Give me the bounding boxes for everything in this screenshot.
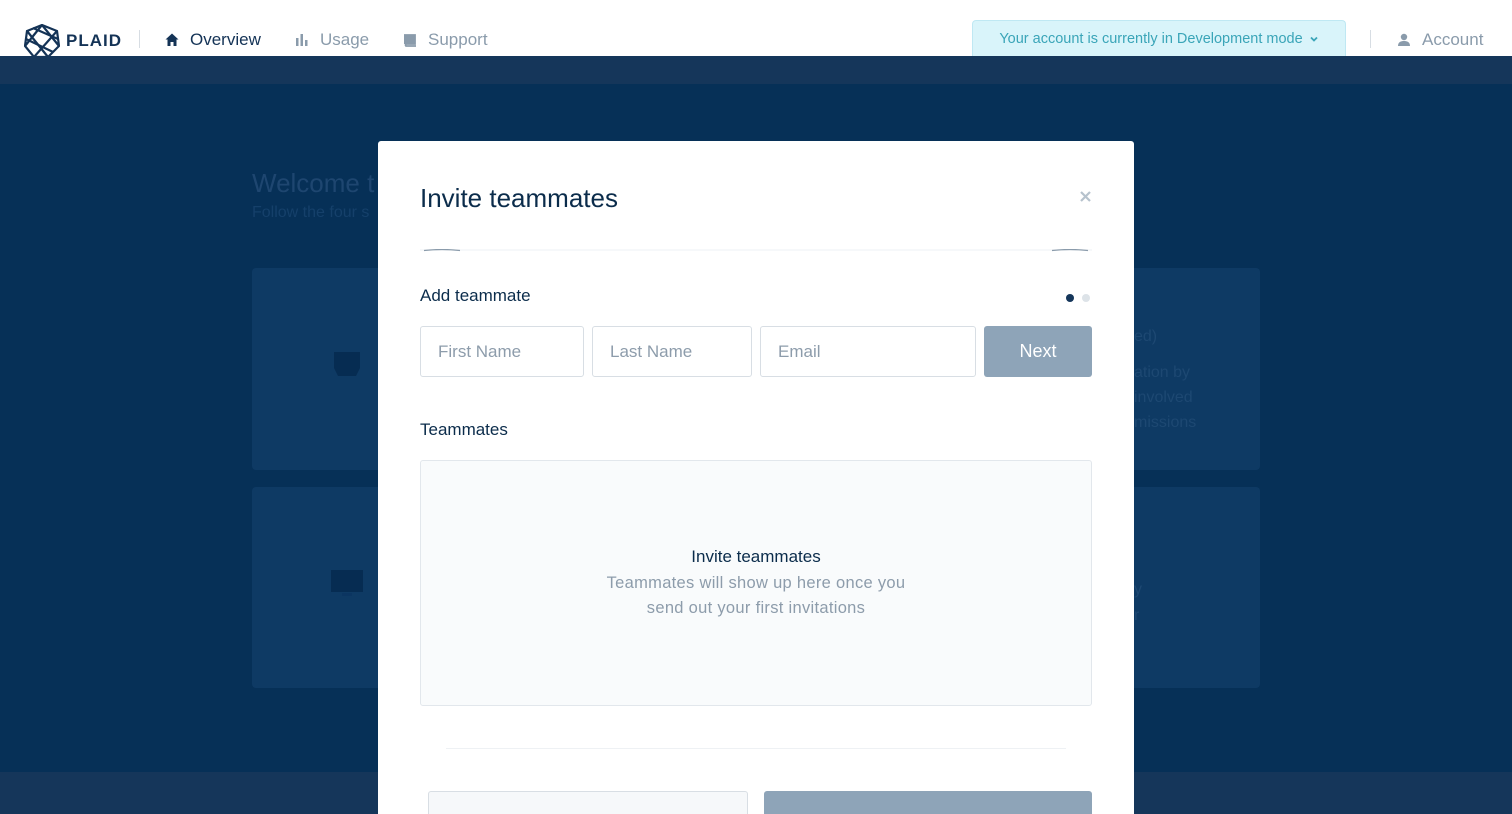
step-dot-1 (1066, 294, 1074, 302)
monitor-icon (331, 570, 363, 596)
teammates-empty-state: Invite teammates Teammates will show up … (420, 460, 1092, 706)
laptop-icon (334, 352, 360, 376)
nav-item-label: Usage (320, 30, 370, 49)
bar-chart-icon (296, 34, 308, 46)
background-card-text: y (1134, 581, 1142, 598)
background-card-text: r (1134, 607, 1140, 624)
header-divider (420, 240, 1092, 252)
modal-title: Invite teammates (420, 183, 618, 213)
close-icon (1079, 190, 1091, 202)
brand-name: PLAID (66, 31, 122, 50)
nav-item-overview[interactable]: Overview (164, 30, 261, 50)
step-indicator (1066, 294, 1090, 302)
email-input[interactable] (760, 326, 976, 377)
footer-divider (446, 748, 1066, 749)
background-card-text: missions (1134, 414, 1197, 431)
chevron-down-icon (1310, 36, 1318, 42)
add-teammate-heading: Add teammate (420, 286, 531, 305)
finish-step-button[interactable]: Finish this step (764, 791, 1092, 814)
empty-state-line: send out your first invitations (646, 599, 866, 617)
plaid-logo[interactable]: PLAID (24, 24, 122, 58)
close-button[interactable] (1076, 187, 1094, 205)
user-icon (1398, 33, 1410, 46)
first-name-input[interactable] (420, 326, 584, 377)
plaid-logo-icon (24, 24, 60, 58)
book-icon (404, 34, 416, 47)
background-page-subtitle: Follow the four s (252, 204, 370, 221)
nav-item-label: Support (428, 30, 488, 49)
step-dot-2 (1082, 294, 1090, 302)
development-mode-banner[interactable]: Your account is currently in Development… (972, 20, 1346, 56)
top-nav: PLAID Overview Usage Support Your accoun… (0, 0, 1512, 58)
account-label: Account (1422, 30, 1484, 49)
background-card-text: ation by (1134, 364, 1191, 381)
background-card-text: ed) (1134, 328, 1158, 345)
nav-divider (139, 30, 140, 48)
skip-button[interactable]: Ski (428, 791, 748, 814)
next-button[interactable]: Next (984, 326, 1092, 377)
background-card-text: involved (1134, 389, 1193, 406)
empty-state-line: Teammates will show up here once you (606, 574, 906, 592)
nav-item-support[interactable]: Support (402, 30, 488, 50)
page-subheader (0, 56, 1512, 84)
account-menu[interactable]: Account (1396, 30, 1483, 50)
empty-state-title: Invite teammates (691, 547, 821, 566)
last-name-input[interactable] (592, 326, 752, 377)
background-page-title: Welcome t (252, 168, 375, 198)
nav-divider (1370, 30, 1371, 48)
nav-item-usage[interactable]: Usage (294, 30, 369, 50)
empty-state-message: Teammates will show up here once you sen… (421, 571, 1091, 621)
teammates-heading: Teammates (420, 420, 508, 439)
nav-item-label: Overview (190, 30, 261, 49)
invite-teammates-modal: Invite teammates Add teammate Next Teamm… (378, 141, 1134, 814)
dev-banner-text: Your account is currently in Development… (999, 30, 1303, 47)
home-icon (165, 33, 179, 46)
